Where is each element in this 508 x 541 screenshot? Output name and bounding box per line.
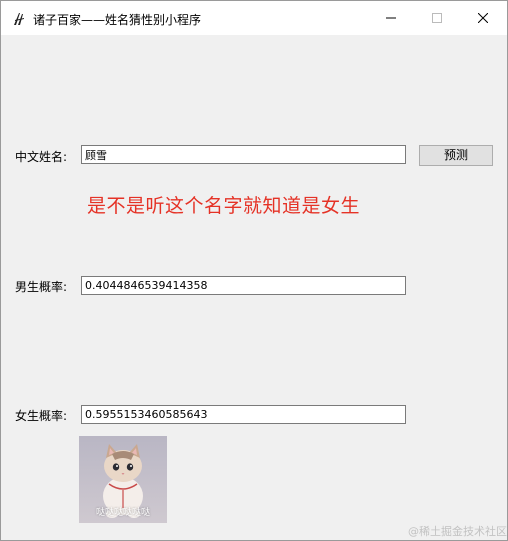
app-window: 诸子百家——姓名猜性别小程序 中文姓名: 预测 是不是听这个名字就知道是女生 男… [0,0,508,541]
watermark: @稀土掘金技术社区 [408,525,507,538]
female-probability-field[interactable] [81,405,406,424]
male-probability-label: 男生概率: [15,280,68,294]
minimize-icon [386,13,396,23]
close-icon [478,13,488,23]
male-probability-field[interactable] [81,276,406,295]
image-caption: 哒哒哒哒哒哒 [95,508,150,518]
maximize-button[interactable] [414,1,460,35]
female-probability-label: 女生概率: [15,409,68,423]
maximize-icon [432,13,442,23]
title-bar[interactable]: 诸子百家——姓名猜性别小程序 [1,1,507,35]
name-input[interactable] [81,145,406,164]
window-title: 诸子百家——姓名猜性别小程序 [33,13,202,27]
feather-icon [12,11,26,25]
kitten-image: 哒哒哒哒哒哒 [79,436,167,523]
minimize-button[interactable] [368,1,414,35]
result-text: 是不是听这个名字就知道是女生 [87,195,361,217]
close-button[interactable] [460,1,506,35]
name-label: 中文姓名: [15,150,68,164]
predict-button[interactable]: 预测 [419,145,493,166]
